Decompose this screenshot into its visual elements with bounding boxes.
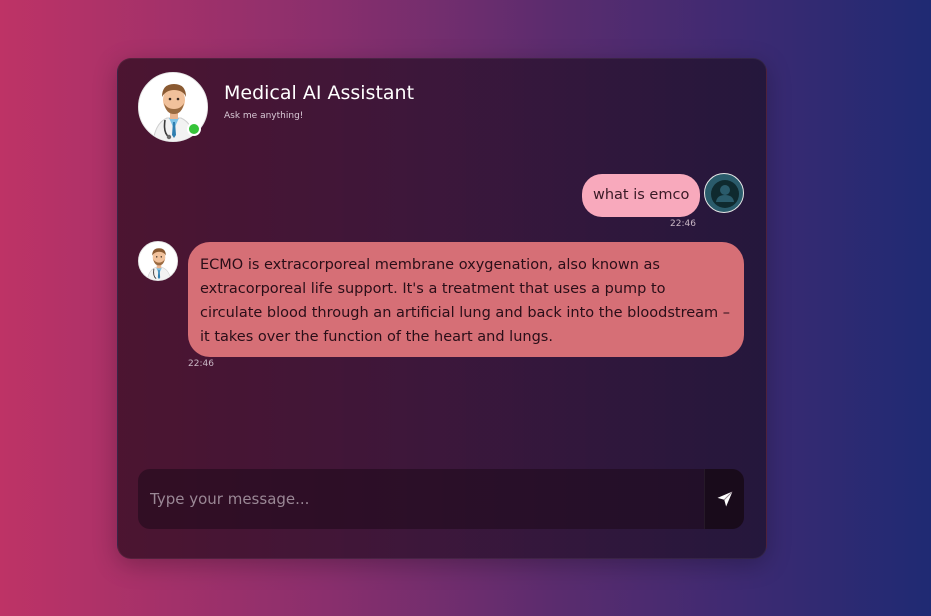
message-composer [138, 469, 744, 529]
assistant-message-avatar [138, 241, 178, 281]
send-icon [717, 491, 733, 507]
user-message-time: 22:46 [670, 219, 696, 229]
doctor-icon [139, 242, 177, 280]
online-status-indicator [187, 122, 201, 136]
send-button[interactable] [704, 469, 744, 529]
page-title: Medical AI Assistant [224, 82, 415, 104]
user-message-bubble: what is emco [582, 174, 701, 217]
assistant-message-bubble: ECMO is extracorporeal membrane oxygenat… [188, 242, 744, 357]
user-avatar [704, 173, 744, 213]
user-profile-icon [711, 180, 739, 208]
page-subtitle: Ask me anything! [224, 111, 304, 121]
assistant-message-time: 22:46 [188, 359, 214, 369]
chat-window: Medical AI Assistant Ask me anything! wh… [117, 58, 767, 559]
message-input[interactable] [138, 469, 704, 529]
chat-header: Medical AI Assistant Ask me anything! [138, 72, 738, 144]
